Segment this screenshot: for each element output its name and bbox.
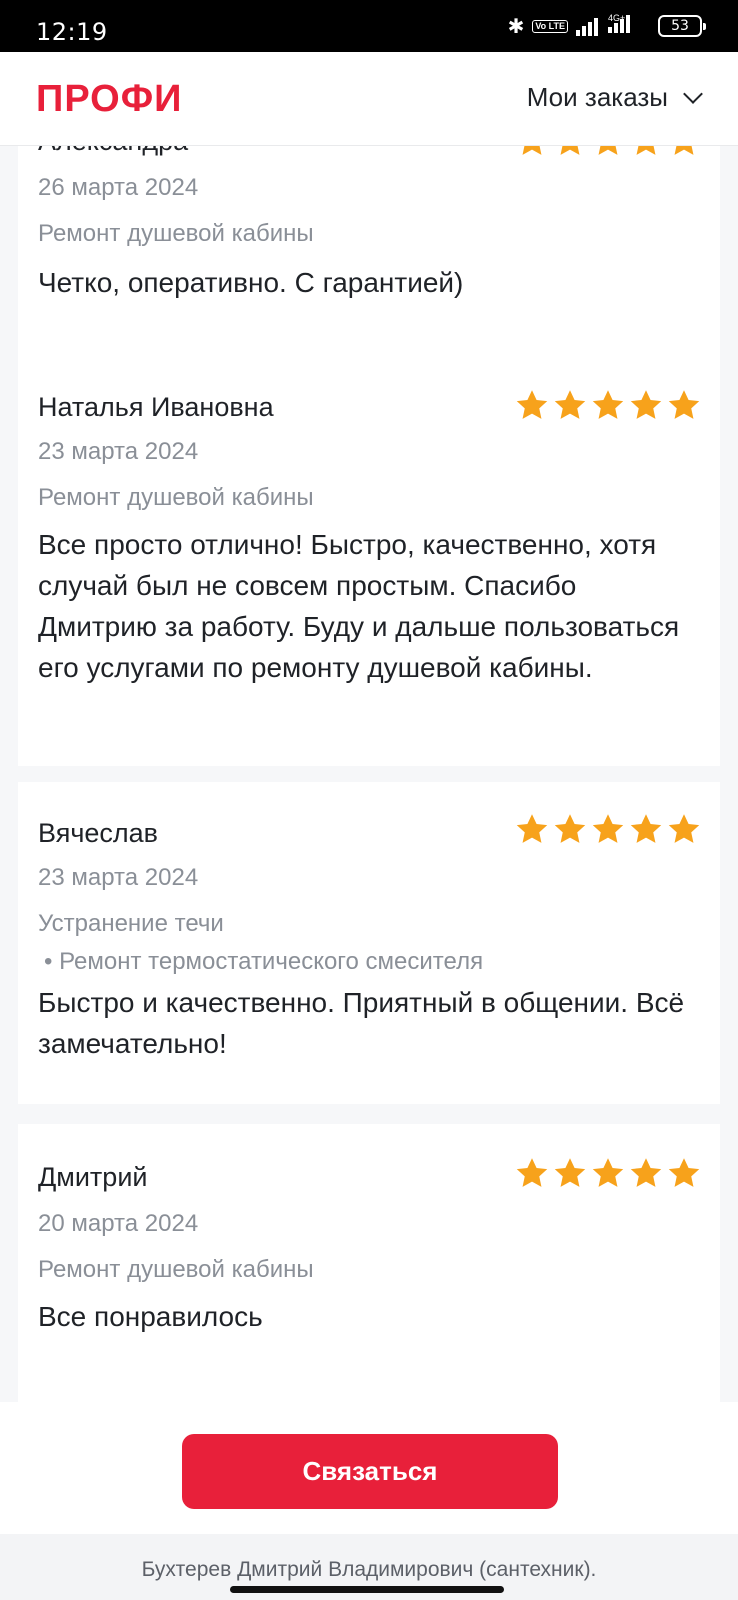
review-date: 26 марта 2024 (38, 174, 199, 201)
star-icon (554, 390, 586, 419)
star-icon (598, 146, 618, 155)
star-icon (674, 146, 694, 155)
review-card: Наталья Ивановна 23 марта 2024 Ремонт ду… (18, 358, 720, 766)
reviews-list[interactable]: Александра 26 марта 2024 Ремонт душевой … (0, 146, 738, 1402)
review-author: Наталья Ивановна (38, 392, 274, 422)
star-icon (592, 1158, 624, 1187)
review-card: Вячеслав 23 марта 2024 Устранение течи •… (18, 782, 720, 1104)
volte-icon: Vo LTE (532, 19, 568, 33)
review-author: Вячеслав (38, 818, 159, 848)
rating-stars (514, 1156, 702, 1190)
status-icons: ✱ Vo LTE 4G+ 53 (507, 13, 706, 38)
rating-stars (514, 388, 702, 422)
star-icon (592, 390, 624, 419)
star-icon (522, 146, 542, 155)
star-icon (516, 390, 548, 419)
review-author: Александра (38, 146, 188, 157)
review-text: Все понравилось (38, 1301, 263, 1332)
signal-icon (576, 16, 598, 36)
contact-button[interactable]: Связаться (182, 1434, 558, 1509)
rating-stars (514, 146, 702, 158)
star-icon (554, 1158, 586, 1187)
star-icon (592, 814, 624, 843)
chevron-down-icon (683, 83, 703, 104)
review-text: Быстро и качественно. Приятный в общении… (38, 987, 685, 1059)
bluetooth-icon: ✱ (507, 15, 525, 38)
my-orders-menu[interactable]: Мои заказы (526, 82, 703, 113)
review-subcategory: • Ремонт термостатического смесителя (44, 948, 484, 975)
star-icon (668, 814, 700, 843)
review-author: Дмитрий (38, 1162, 148, 1192)
status-bar: 12:19 ✱ Vo LTE 4G+ 53 (0, 0, 738, 52)
review-date: 23 марта 2024 (38, 864, 199, 891)
review-date: 20 марта 2024 (38, 1210, 199, 1237)
bottom-panel: Связаться Бухтерев Дмитрий Владимирович … (0, 1402, 738, 1600)
star-icon (668, 390, 700, 419)
my-orders-label: Мои заказы (526, 82, 668, 112)
star-icon (516, 1158, 548, 1187)
profi-logo[interactable]: ПРОФИ (36, 78, 182, 121)
star-icon (516, 814, 548, 843)
specialist-name: Бухтерев Дмитрий Владимирович (сантехник… (141, 1558, 597, 1581)
star-icon (630, 1158, 662, 1187)
rating-stars (514, 812, 702, 846)
review-category: Ремонт душевой кабины (38, 1256, 314, 1283)
star-icon (554, 814, 586, 843)
review-text: Четко, оперативно. С гарантией) (38, 267, 464, 298)
star-icon (668, 1158, 700, 1187)
status-time: 12:19 (36, 18, 108, 46)
review-text: Все просто отлично! Быстро, качественно,… (38, 529, 680, 683)
home-indicator[interactable] (230, 1586, 504, 1593)
review-category: Устранение течи (38, 910, 224, 937)
star-icon (636, 146, 656, 155)
review-category: Ремонт душевой кабины (38, 220, 314, 247)
app-header: ПРОФИ Мои заказы (0, 52, 738, 146)
star-icon (630, 390, 662, 419)
review-date: 23 марта 2024 (38, 438, 199, 465)
star-icon (630, 814, 662, 843)
mobile-data-icon: 4G+ (606, 13, 650, 37)
review-category: Ремонт душевой кабины (38, 484, 314, 511)
star-icon (560, 146, 580, 155)
battery-icon: 53 (658, 15, 706, 37)
review-card: Дмитрий 20 марта 2024 Ремонт душевой каб… (18, 1124, 720, 1402)
